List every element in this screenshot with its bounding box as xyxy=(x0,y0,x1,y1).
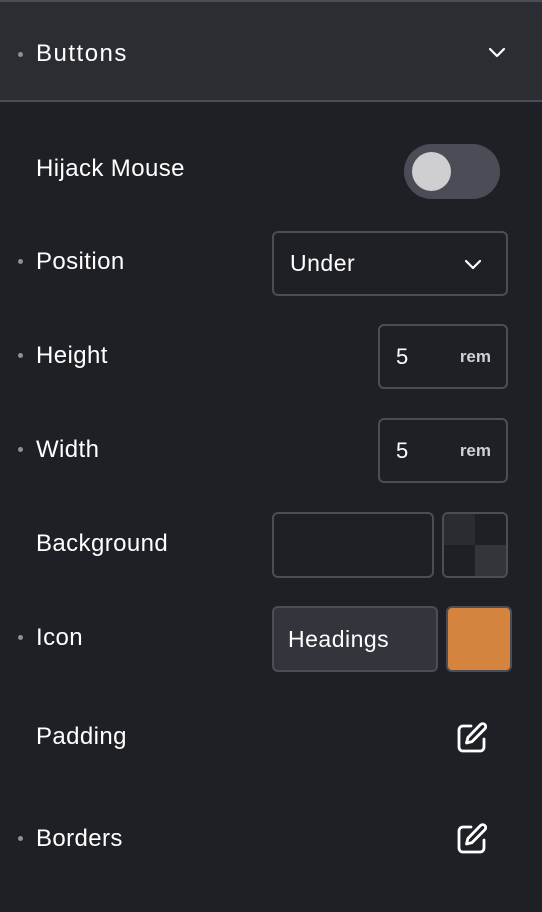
checker-cell xyxy=(444,514,475,545)
modified-dot xyxy=(18,635,23,640)
section-title: Buttons xyxy=(36,40,128,67)
section-header-buttons[interactable]: Buttons xyxy=(0,0,542,102)
modified-dot xyxy=(18,447,23,452)
position-select[interactable]: Under xyxy=(272,231,508,296)
icon-select-value: Headings xyxy=(288,626,390,652)
modified-dot xyxy=(18,259,23,264)
hijack-mouse-toggle[interactable] xyxy=(404,144,500,199)
chevron-down-icon xyxy=(464,259,482,270)
modified-dot xyxy=(18,52,23,57)
height-value: 5 xyxy=(396,344,409,369)
chevron-down-icon[interactable] xyxy=(487,46,507,60)
toggle-knob xyxy=(412,152,451,191)
checker-cell xyxy=(444,545,475,576)
icon-color-swatch[interactable] xyxy=(446,606,512,672)
background-label: Background xyxy=(36,530,169,557)
background-swatch[interactable] xyxy=(442,512,508,578)
hijack-mouse-label: Hijack Mouse xyxy=(36,155,185,182)
width-input[interactable]: 5 rem xyxy=(378,418,508,483)
modified-dot xyxy=(18,836,23,841)
background-color-input[interactable] xyxy=(272,512,434,578)
modified-dot xyxy=(18,353,23,358)
edit-icon[interactable] xyxy=(454,720,490,756)
height-unit: rem xyxy=(459,347,491,366)
height-input[interactable]: 5 rem xyxy=(378,324,508,389)
position-select-value: Under xyxy=(290,250,356,276)
padding-label: Padding xyxy=(36,723,127,750)
width-label: Width xyxy=(36,436,100,463)
width-value: 5 xyxy=(396,438,409,463)
edit-icon[interactable] xyxy=(454,821,490,857)
settings-panel: Buttons Hijack Mouse Position Under Heig… xyxy=(0,0,542,912)
checker-cell xyxy=(475,514,506,545)
width-unit: rem xyxy=(459,441,491,460)
position-label: Position xyxy=(36,248,125,275)
icon-label: Icon xyxy=(36,624,83,651)
height-label: Height xyxy=(36,342,108,369)
checker-cell xyxy=(475,545,506,576)
borders-label: Borders xyxy=(36,825,123,852)
icon-select[interactable]: Headings xyxy=(272,606,438,672)
